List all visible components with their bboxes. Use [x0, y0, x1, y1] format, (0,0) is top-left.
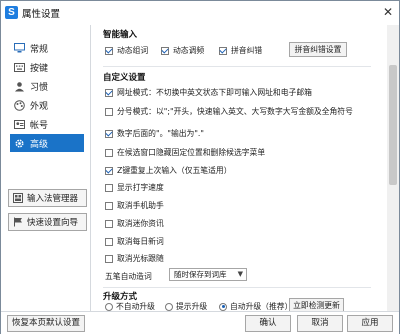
app-logo-icon: S: [5, 6, 18, 19]
sidebar-item-appearance[interactable]: 外观: [10, 96, 84, 114]
prompt-upgrade-radio[interactable]: 提示升级: [165, 301, 207, 311]
sidebar-item-label: 按键: [30, 63, 49, 74]
radio-circle[interactable]: [105, 302, 113, 311]
sidebar-item-label: 高级: [30, 139, 49, 150]
checkbox-box[interactable]: [105, 166, 113, 175]
checkbox-box[interactable]: [105, 237, 113, 246]
pinyin-correction-checkbox[interactable]: 拼音纠错: [219, 45, 262, 56]
checkbox-box[interactable]: [105, 148, 113, 157]
gear-icon: [13, 137, 25, 149]
ime-manager-button[interactable]: 输入法管理器: [8, 189, 87, 207]
checkbox-box[interactable]: [105, 88, 113, 97]
sidebar-item-label: 外观: [30, 101, 49, 112]
radio-label: 不自动升级: [116, 302, 155, 311]
checkbox-box[interactable]: [105, 107, 113, 116]
checkbox-label: 取消迷你资讯: [117, 219, 164, 228]
check-update-button[interactable]: 立即检测更新: [289, 298, 344, 311]
no-auto-upgrade-radio[interactable]: 不自动升级: [105, 301, 155, 311]
typing-speed-checkbox[interactable]: 显示打字速度: [105, 182, 164, 193]
advanced-settings-panel: 智能输入 动态组词 动态调频 拼音纠错 拼音纠错设置 自定义设置 网址模式：不切…: [91, 25, 399, 311]
checkbox-label: 动态调频: [173, 46, 205, 55]
select-value: 随时保存到词库: [174, 270, 227, 279]
custom-settings-title: 自定义设置: [103, 73, 146, 83]
checkbox-box[interactable]: [105, 201, 113, 210]
sidebar-item-keys[interactable]: 按键: [10, 58, 84, 76]
radio-label: 提示升级: [176, 302, 208, 311]
radio-circle[interactable]: [165, 302, 173, 311]
account-icon: [13, 118, 25, 130]
smart-input-title: 智能输入: [103, 30, 138, 40]
side-button-label: 输入法管理器: [27, 194, 79, 204]
section-divider: [103, 66, 371, 67]
content-scrollbar[interactable]: [387, 25, 399, 311]
checkbox-label: 分号模式：以";"开头，快速输入英文、大写数字大写金额及全角符号: [117, 107, 353, 116]
manager-icon: [12, 193, 23, 204]
radio-circle[interactable]: [219, 302, 227, 311]
url-mode-checkbox[interactable]: 网址模式：不切换中英文状态下即可输入网址和电子邮箱: [105, 87, 312, 98]
checkbox-box[interactable]: [105, 254, 113, 263]
checkbox-label: 取消光标跟随: [117, 254, 164, 263]
quick-setup-wizard-button[interactable]: 快速设置向导: [8, 213, 87, 231]
checkbox-label: 在候选窗口隐藏固定位置和删除候选字菜单: [117, 148, 266, 157]
cancel-phone-assistant-checkbox[interactable]: 取消手机助手: [105, 200, 164, 211]
sidebar-item-label: 常规: [30, 44, 49, 55]
number-period-checkbox[interactable]: 数字后面的"。"输出为".": [105, 128, 204, 139]
auto-upgrade-radio[interactable]: 自动升级（推荐）: [219, 301, 292, 311]
cancel-cursor-follow-checkbox[interactable]: 取消光标跟随: [105, 253, 164, 264]
cancel-button[interactable]: 取消: [297, 315, 343, 332]
sidebar-item-label: 帐号: [30, 120, 49, 131]
pinyin-correction-settings-button[interactable]: 拼音纠错设置: [289, 42, 347, 57]
checkbox-box[interactable]: [219, 46, 227, 55]
sidebar-item-label: 习惯: [30, 82, 49, 93]
properties-window: S 属性设置 ✕ 常规 按键 习惯 外观 帐号 高级 输入法管理器 快速设置向导…: [0, 0, 400, 334]
sidebar-item-general[interactable]: 常规: [10, 39, 84, 57]
checkbox-label: 动态组词: [117, 46, 149, 55]
sidebar-item-advanced[interactable]: 高级: [10, 134, 84, 152]
checkbox-box[interactable]: [161, 46, 169, 55]
checkbox-label: Z键重复上次输入（仅五笔适用）: [117, 166, 232, 175]
checkbox-box[interactable]: [105, 183, 113, 192]
checkbox-box[interactable]: [105, 219, 113, 228]
checkbox-label: 取消手机助手: [117, 201, 164, 210]
cancel-mini-news-checkbox[interactable]: 取消迷你资讯: [105, 218, 164, 229]
monitor-icon: [13, 42, 25, 54]
dynamic-word-checkbox[interactable]: 动态组词: [105, 45, 148, 56]
ok-button[interactable]: 确认: [245, 315, 291, 332]
checkbox-box[interactable]: [105, 129, 113, 138]
section-divider: [103, 287, 371, 288]
checkbox-label: 数字后面的"。"输出为".": [117, 129, 204, 138]
window-title: 属性设置: [22, 9, 61, 20]
checkbox-label: 网址模式：不切换中英文状态下即可输入网址和电子邮箱: [117, 88, 312, 97]
radio-label: 自动升级（推荐）: [230, 302, 293, 311]
title-bar: S 属性设置 ✕: [1, 1, 399, 25]
dialog-footer: 恢复本页默认设置 确认 取消 应用: [1, 311, 399, 334]
semicolon-mode-checkbox[interactable]: 分号模式：以";"开头，快速输入英文、大写数字大写金额及全角符号: [105, 106, 353, 117]
dynamic-frequency-checkbox[interactable]: 动态调频: [161, 45, 204, 56]
hide-candidate-menu-checkbox[interactable]: 在候选窗口隐藏固定位置和删除候选字菜单: [105, 147, 265, 158]
checkbox-label: 拼音纠错: [231, 46, 263, 55]
wubi-label-text: 五笔自动造词: [105, 272, 152, 281]
side-button-label: 快速设置向导: [27, 218, 79, 228]
sidebar-item-account[interactable]: 帐号: [10, 115, 84, 133]
person-icon: [13, 80, 25, 92]
apply-button[interactable]: 应用: [347, 315, 393, 332]
cancel-daily-words-checkbox[interactable]: 取消每日新词: [105, 236, 164, 247]
z-key-repeat-checkbox[interactable]: Z键重复上次输入（仅五笔适用）: [105, 165, 232, 176]
palette-icon: [13, 99, 25, 111]
wubi-auto-word-select[interactable]: 随时保存到词库 ▼: [169, 268, 247, 281]
sidebar-item-habits[interactable]: 习惯: [10, 77, 84, 95]
checkbox-box[interactable]: [105, 46, 113, 55]
checkbox-label: 取消每日新词: [117, 237, 164, 246]
wubi-auto-word-label: 五笔自动造词: [105, 271, 152, 282]
close-button[interactable]: ✕: [379, 4, 397, 20]
sidebar: 常规 按键 习惯 外观 帐号 高级 输入法管理器 快速设置向导: [2, 25, 90, 311]
checkbox-label: 显示打字速度: [117, 183, 164, 192]
chevron-down-icon: ▼: [237, 270, 243, 278]
restore-defaults-button[interactable]: 恢复本页默认设置: [7, 315, 85, 332]
keyboard-icon: [13, 61, 25, 73]
flag-icon: [12, 217, 23, 228]
scrollbar-thumb[interactable]: [389, 65, 397, 185]
